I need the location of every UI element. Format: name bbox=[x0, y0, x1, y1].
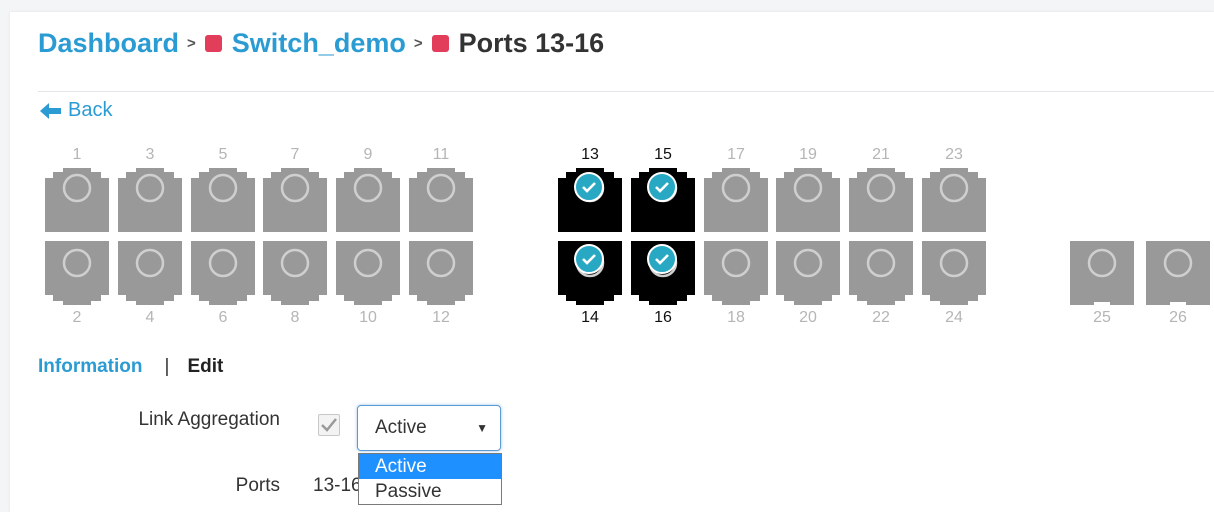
ethernet-port-icon bbox=[1070, 241, 1134, 305]
port-number-label: 16 bbox=[654, 309, 672, 326]
port-number-label: 9 bbox=[363, 146, 373, 163]
port-24[interactable] bbox=[922, 241, 986, 305]
ports-label: Ports bbox=[235, 475, 280, 496]
port-number-label: 12 bbox=[432, 309, 450, 326]
ethernet-port-icon bbox=[922, 241, 986, 305]
port-1[interactable] bbox=[45, 168, 109, 232]
port-number-label: 18 bbox=[727, 309, 745, 326]
ports-value: 13-16 bbox=[313, 475, 362, 496]
switch-port-panel: 1 3 5 7 9 11 13 15 17 19 21 23 2 4 6 8 10 12 14 16 18 20 22 24 2… bbox=[0, 0, 1214, 340]
ethernet-port-icon bbox=[336, 168, 400, 232]
port-5[interactable] bbox=[191, 168, 255, 232]
port-22[interactable] bbox=[849, 241, 913, 305]
aggregation-mode-value: Active bbox=[375, 417, 427, 438]
port-17[interactable] bbox=[704, 168, 768, 232]
ethernet-port-icon bbox=[409, 241, 473, 305]
port-23[interactable] bbox=[922, 168, 986, 232]
port-11[interactable] bbox=[409, 168, 473, 232]
ethernet-port-icon bbox=[1146, 241, 1210, 305]
port-21[interactable] bbox=[849, 168, 913, 232]
port-16[interactable] bbox=[631, 241, 695, 305]
ethernet-port-icon bbox=[263, 168, 327, 232]
port-number-label: 14 bbox=[581, 309, 599, 326]
port-4[interactable] bbox=[118, 241, 182, 305]
ethernet-port-icon bbox=[776, 168, 840, 232]
port-9[interactable] bbox=[336, 168, 400, 232]
port-number-label: 23 bbox=[945, 146, 963, 163]
check-circle-icon bbox=[647, 172, 677, 202]
link-aggregation-label: Link Aggregation bbox=[138, 409, 280, 430]
link-aggregation-checkbox[interactable] bbox=[318, 414, 340, 436]
port-2[interactable] bbox=[45, 241, 109, 305]
port-number-label: 3 bbox=[145, 146, 155, 163]
port-number-label: 19 bbox=[799, 146, 817, 163]
port-number-label: 7 bbox=[290, 146, 300, 163]
ethernet-port-icon bbox=[191, 168, 255, 232]
port-number-label: 17 bbox=[727, 146, 745, 163]
aggregation-mode-select[interactable]: Active ▼ bbox=[357, 405, 501, 451]
port-number-label: 22 bbox=[872, 309, 890, 326]
ethernet-port-icon bbox=[409, 168, 473, 232]
tab-separator: | bbox=[164, 356, 170, 377]
ethernet-port-icon bbox=[336, 241, 400, 305]
ethernet-port-icon bbox=[263, 241, 327, 305]
port-14[interactable] bbox=[558, 241, 622, 305]
ethernet-port-icon bbox=[191, 241, 255, 305]
port-number-label: 11 bbox=[432, 146, 450, 163]
tab-information[interactable]: Information bbox=[38, 356, 143, 378]
tab-edit[interactable]: Edit bbox=[187, 356, 223, 378]
port-number-label: 20 bbox=[799, 309, 817, 326]
port-number-label: 1 bbox=[72, 146, 82, 163]
port-number-label: 6 bbox=[218, 309, 228, 326]
ethernet-port-icon bbox=[849, 241, 913, 305]
port-20[interactable] bbox=[776, 241, 840, 305]
ethernet-port-icon bbox=[922, 168, 986, 232]
check-circle-icon bbox=[574, 172, 604, 202]
detail-tabs: Information | Edit bbox=[38, 356, 223, 378]
ethernet-port-icon bbox=[118, 241, 182, 305]
port-6[interactable] bbox=[191, 241, 255, 305]
ethernet-port-icon bbox=[45, 168, 109, 232]
port-7[interactable] bbox=[263, 168, 327, 232]
checkmark-icon bbox=[321, 418, 337, 432]
port-15[interactable] bbox=[631, 168, 695, 232]
port-number-label: 8 bbox=[290, 309, 300, 326]
port-25[interactable] bbox=[1070, 241, 1134, 305]
check-circle-icon bbox=[647, 244, 677, 274]
port-number-label: 4 bbox=[145, 309, 155, 326]
option-passive[interactable]: Passive bbox=[359, 479, 501, 504]
ethernet-port-icon bbox=[704, 241, 768, 305]
port-number-label: 26 bbox=[1169, 309, 1187, 326]
aggregation-mode-dropdown: Active Passive bbox=[358, 453, 502, 505]
chevron-down-icon: ▼ bbox=[476, 421, 488, 435]
ethernet-port-icon bbox=[45, 241, 109, 305]
port-number-label: 13 bbox=[581, 146, 599, 163]
port-number-label: 5 bbox=[218, 146, 228, 163]
port-19[interactable] bbox=[776, 168, 840, 232]
port-number-label: 15 bbox=[654, 146, 672, 163]
port-number-label: 21 bbox=[872, 146, 890, 163]
port-number-label: 25 bbox=[1093, 309, 1111, 326]
ethernet-port-icon bbox=[849, 168, 913, 232]
ethernet-port-icon bbox=[704, 168, 768, 232]
check-circle-icon bbox=[574, 244, 604, 274]
port-number-label: 2 bbox=[72, 309, 82, 326]
port-number-label: 24 bbox=[945, 309, 963, 326]
option-active[interactable]: Active bbox=[359, 454, 501, 479]
port-13[interactable] bbox=[558, 168, 622, 232]
port-3[interactable] bbox=[118, 168, 182, 232]
ethernet-port-icon bbox=[776, 241, 840, 305]
port-10[interactable] bbox=[336, 241, 400, 305]
port-8[interactable] bbox=[263, 241, 327, 305]
port-18[interactable] bbox=[704, 241, 768, 305]
port-number-label: 10 bbox=[359, 309, 377, 326]
port-26[interactable] bbox=[1146, 241, 1210, 305]
port-12[interactable] bbox=[409, 241, 473, 305]
ethernet-port-icon bbox=[118, 168, 182, 232]
